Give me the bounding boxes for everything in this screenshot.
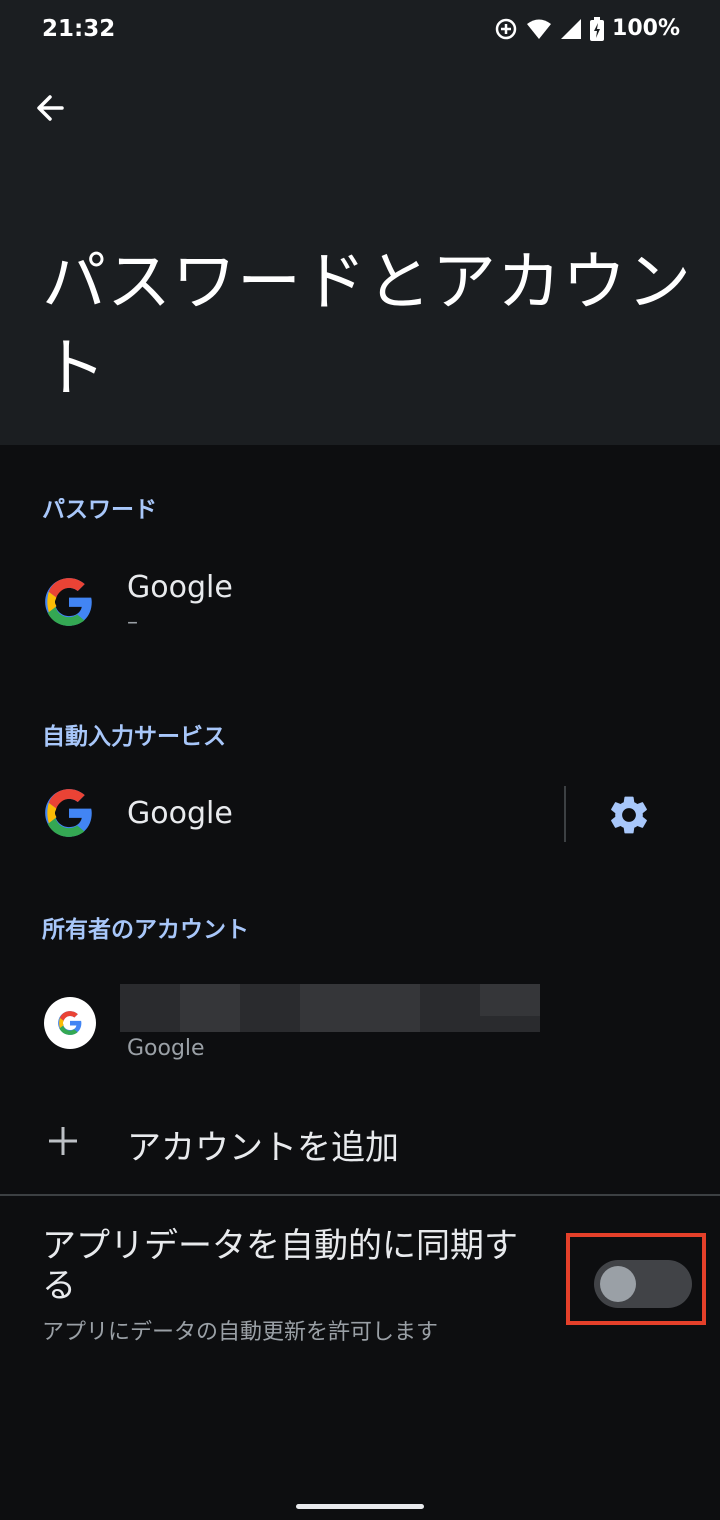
section-divider [0, 1194, 720, 1196]
auto-sync-subtitle: アプリにデータの自動更新を許可します [42, 1320, 439, 1345]
battery-icon [590, 16, 605, 41]
add-account-label: アカウントを追加 [127, 1128, 399, 1168]
gesture-nav-bar[interactable] [296, 1504, 424, 1509]
account-type-label: Google [127, 1036, 205, 1061]
page-title: パスワードとアカウント [42, 246, 692, 406]
app-bar: 21:32 100% パスワードとアカウント [0, 0, 720, 445]
wifi-icon [527, 19, 552, 39]
data-saver-icon [495, 18, 517, 39]
auto-sync-title: アプリデータを自動的に同期する [42, 1226, 518, 1306]
battery-percent: 100% [612, 16, 680, 41]
account-avatar [44, 997, 96, 1049]
plus-icon [49, 1127, 77, 1155]
password-provider-subtitle: – [127, 610, 138, 635]
google-logo-icon [45, 578, 92, 626]
status-time: 21:32 [42, 16, 116, 42]
gear-icon[interactable] [606, 792, 652, 838]
section-owner-accounts: 所有者のアカウント [42, 917, 249, 943]
section-autofill: 自動入力サービス [42, 724, 226, 750]
toggle-knob [600, 1266, 636, 1302]
status-bar: 21:32 100% [0, 0, 720, 60]
password-provider-title: Google [127, 570, 233, 605]
section-passwords: パスワード [42, 497, 157, 523]
autofill-service-title: Google [127, 796, 233, 831]
back-arrow-icon[interactable] [30, 88, 70, 128]
google-logo-icon [45, 789, 92, 837]
google-logo-icon [58, 1011, 82, 1035]
status-icons: 100% [494, 16, 680, 41]
signal-icon [561, 18, 582, 39]
redacted-account-email [120, 984, 540, 1032]
vertical-divider [564, 786, 566, 842]
